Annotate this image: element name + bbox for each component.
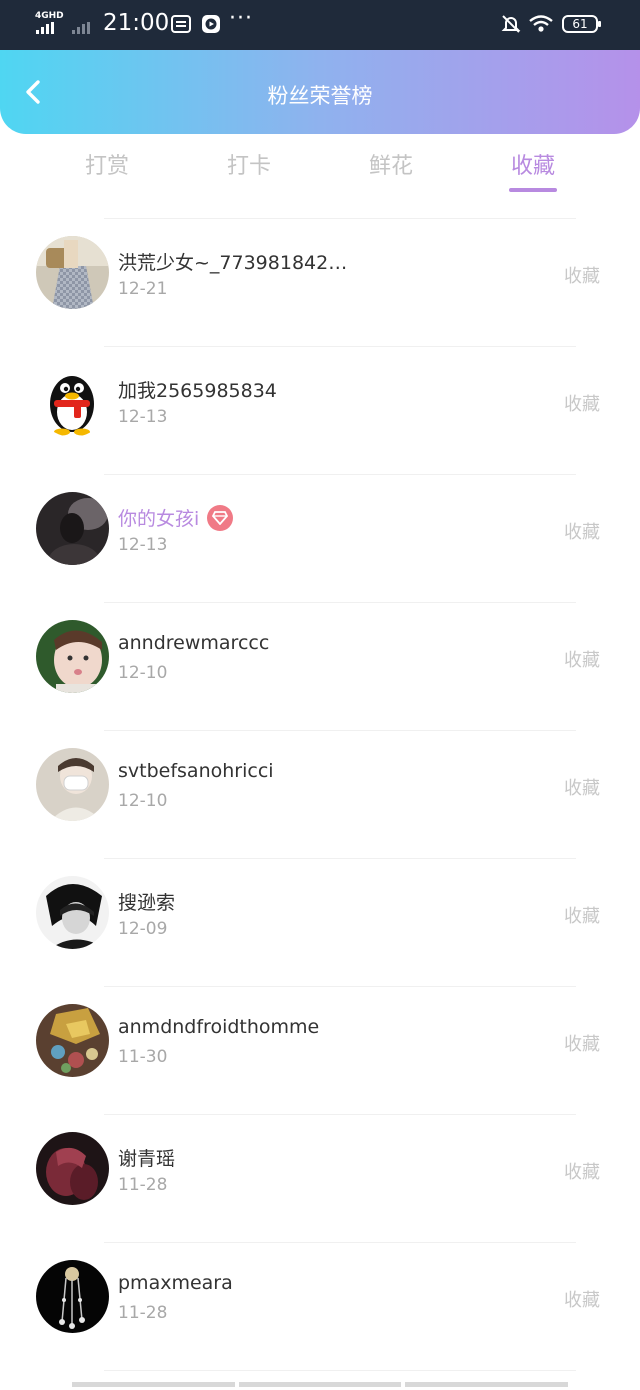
divider	[104, 346, 576, 347]
active-tab-indicator	[509, 188, 557, 192]
list-item[interactable]: anmdndfroidthomme 11-30 收藏	[0, 986, 640, 1114]
avatar[interactable]	[36, 1004, 109, 1077]
fan-date: 11-30	[118, 1047, 168, 1067]
fan-name: 搜逊索	[118, 892, 176, 914]
fan-name: 你的女孩i	[118, 508, 200, 530]
avatar[interactable]	[36, 236, 109, 309]
favorite-label: 收藏	[564, 778, 600, 799]
favorite-label: 收藏	[564, 1290, 600, 1311]
page-title: 粉丝荣誉榜	[267, 84, 373, 108]
fan-name: anndrewmarccc	[118, 632, 270, 654]
fan-name: pmaxmeara	[118, 1272, 233, 1294]
divider	[104, 730, 576, 731]
tab-bar: 打赏 打卡 鲜花 收藏	[0, 148, 640, 204]
fan-date: 12-13	[118, 535, 168, 555]
fan-date: 12-09	[118, 919, 168, 939]
avatar[interactable]	[36, 876, 109, 949]
top-app-bar: 粉丝荣誉榜	[0, 50, 640, 134]
bottom-edge	[72, 1382, 569, 1387]
divider	[104, 858, 576, 859]
divider	[104, 218, 576, 219]
tab-label: 鲜花	[368, 154, 413, 179]
favorite-label: 收藏	[564, 650, 600, 671]
favorite-label: 收藏	[564, 266, 600, 287]
diamond-badge-icon	[207, 504, 234, 531]
divider	[104, 986, 576, 987]
fan-date: 11-28	[118, 1303, 168, 1323]
avatar-photo-gold	[36, 1004, 109, 1077]
divider	[104, 1114, 576, 1115]
tab-checkin[interactable]: 打卡	[199, 148, 299, 180]
tab-label: 打卡	[226, 154, 271, 179]
wifi-icon	[529, 15, 553, 32]
tab-flowers[interactable]: 鲜花	[341, 148, 441, 180]
tab-reward[interactable]: 打赏	[57, 148, 157, 180]
list-item[interactable]: anndrewmarccc 12-10 收藏	[0, 602, 640, 730]
fan-date: 12-21	[118, 279, 168, 299]
tab-favorites[interactable]: 收藏	[483, 148, 583, 192]
favorite-label: 收藏	[564, 394, 600, 415]
list-item[interactable]: 加我2565985834 12-13 收藏	[0, 346, 640, 474]
clock: 21:00	[103, 10, 170, 36]
fan-date: 12-13	[118, 407, 168, 427]
avatar[interactable]	[36, 620, 109, 693]
battery-icon: 61	[562, 15, 601, 33]
notification-app-icon	[171, 15, 191, 33]
fan-name: 谢青瑶	[118, 1148, 176, 1170]
avatar-photo-bw	[36, 876, 109, 949]
favorite-label: 收藏	[564, 522, 600, 543]
avatar-qq-penguin	[36, 364, 109, 437]
fan-name: svtbefsanohricci	[118, 760, 274, 782]
bell-muted-icon	[501, 15, 521, 33]
more-notifications-icon: ···	[229, 6, 253, 31]
avatar-photo-dark	[36, 492, 109, 565]
list-item-partial	[0, 1370, 640, 1390]
fan-name: 洪荒少女~_773981842…	[118, 252, 348, 274]
signal-secondary-icon	[72, 22, 90, 34]
favorite-label: 收藏	[564, 1162, 600, 1183]
list-item[interactable]: 谢青瑶 11-28 收藏	[0, 1114, 640, 1242]
avatar-photo-child	[36, 620, 109, 693]
divider	[104, 1242, 576, 1243]
fan-date: 11-28	[118, 1175, 168, 1195]
fan-date: 12-10	[118, 791, 168, 811]
fan-name: 加我2565985834	[118, 380, 277, 402]
avatar-photo-jewelry	[36, 1260, 109, 1333]
fan-date: 12-10	[118, 663, 168, 683]
list-item[interactable]: 搜逊索 12-09 收藏	[0, 858, 640, 986]
divider	[104, 602, 576, 603]
avatar[interactable]	[36, 492, 109, 565]
tab-label: 打赏	[84, 154, 129, 179]
list-item[interactable]: svtbefsanohricci 12-10 收藏	[0, 730, 640, 858]
media-play-icon	[202, 15, 220, 33]
fan-name: anmdndfroidthomme	[118, 1016, 320, 1038]
tab-label: 收藏	[510, 154, 555, 179]
list-item[interactable]: 洪荒少女~_773981842… 12-21 收藏	[0, 218, 640, 346]
fan-list: 洪荒少女~_773981842… 12-21 收藏 加我2565985834 1…	[0, 218, 640, 1390]
avatar-photo-mask	[36, 748, 109, 821]
avatar[interactable]	[36, 1132, 109, 1205]
status-bar: 4GHD 21:00 ··· 61	[0, 0, 640, 50]
divider	[104, 1370, 576, 1371]
favorite-label: 收藏	[564, 906, 600, 927]
list-item[interactable]: 你的女孩i 12-13 收藏	[0, 474, 640, 602]
avatar[interactable]	[36, 364, 109, 437]
fan-name-vip: 你的女孩i	[118, 504, 234, 533]
avatar[interactable]	[36, 1260, 109, 1333]
avatar-photo-girl	[36, 236, 109, 309]
divider	[104, 474, 576, 475]
signal-icon	[36, 22, 54, 34]
list-item[interactable]: pmaxmeara 11-28 收藏	[0, 1242, 640, 1370]
avatar[interactable]	[36, 748, 109, 821]
favorite-label: 收藏	[564, 1034, 600, 1055]
avatar-photo-red	[36, 1132, 109, 1205]
network-type: 4GHD	[35, 11, 64, 21]
